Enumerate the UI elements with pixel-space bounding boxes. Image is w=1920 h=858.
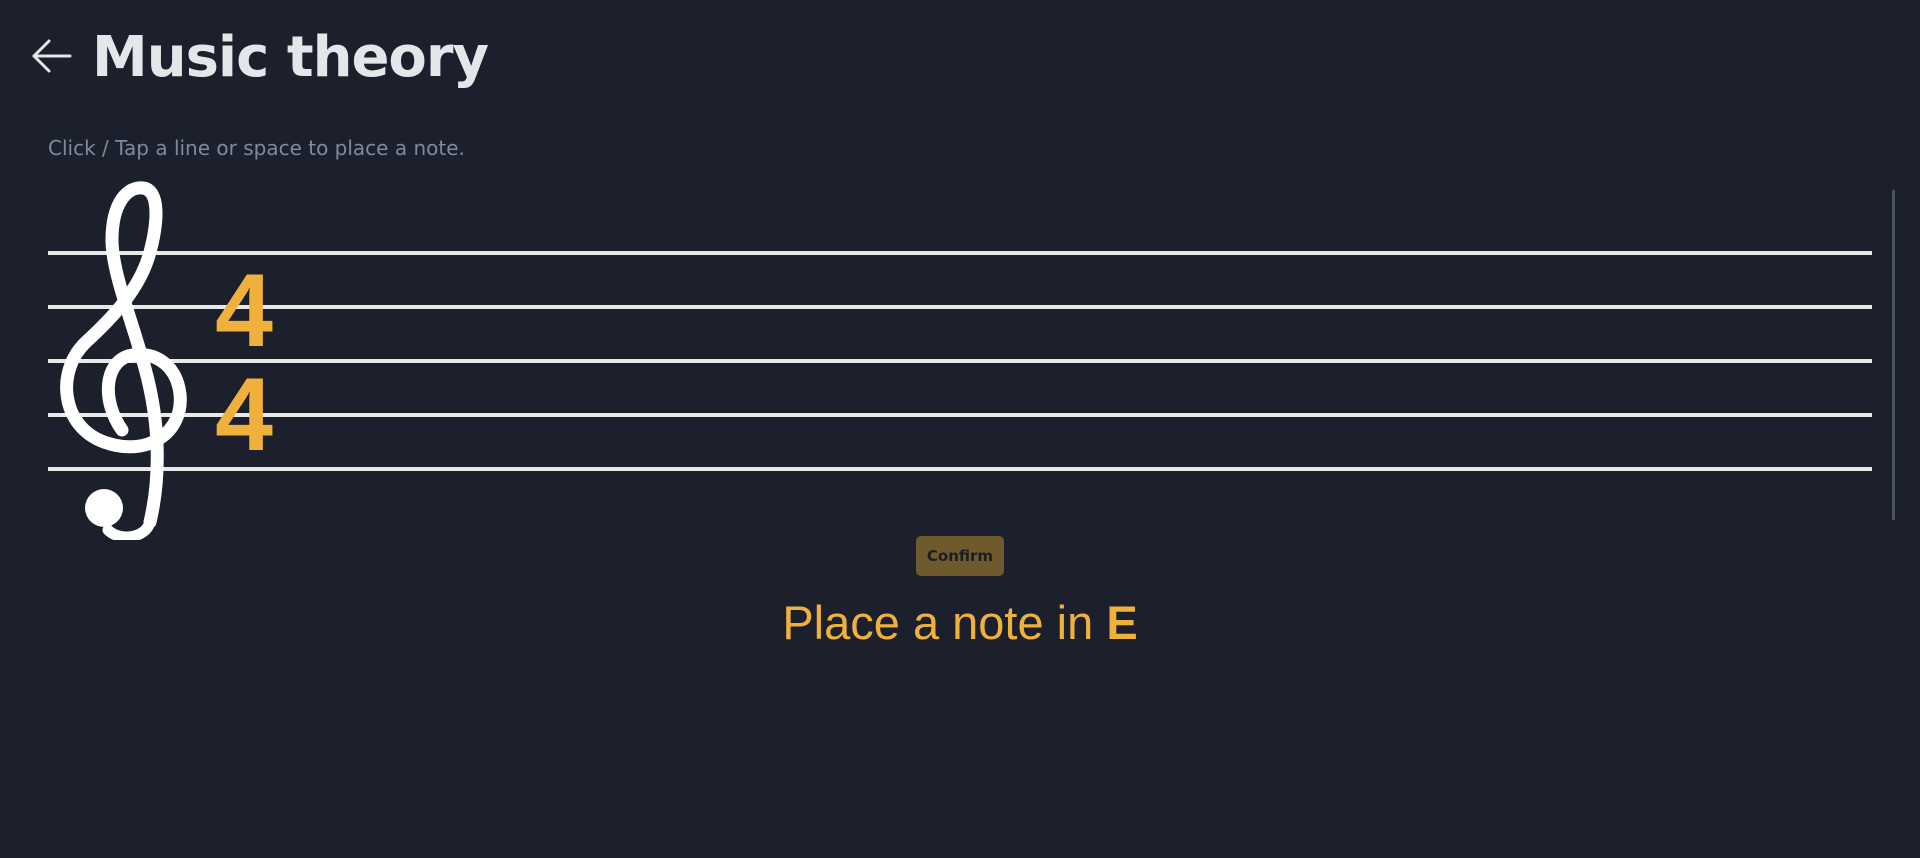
time-signature-bottom: 4 [215, 357, 273, 473]
back-button[interactable] [30, 36, 74, 76]
music-staff[interactable]: 4 4 [0, 180, 1920, 540]
staff-line-5[interactable] [48, 467, 1872, 471]
target-note: E [1106, 596, 1138, 649]
instruction-text: Click / Tap a line or space to place a n… [48, 136, 465, 160]
arrow-left-icon [32, 39, 72, 73]
staff-line-1[interactable] [48, 251, 1872, 255]
scrollbar[interactable] [1892, 190, 1895, 520]
staff-line-3[interactable] [48, 359, 1872, 363]
staff-line-4[interactable] [48, 413, 1872, 417]
prompt-prefix: Place a note in [782, 596, 1094, 649]
time-signature-top: 4 [215, 253, 273, 369]
staff-line-2[interactable] [48, 305, 1872, 309]
confirm-button[interactable]: Confirm [916, 536, 1004, 576]
note-prompt: Place a note in E [0, 590, 1920, 656]
header: Music theory [0, 0, 1920, 110]
page-title: Music theory [92, 25, 489, 90]
